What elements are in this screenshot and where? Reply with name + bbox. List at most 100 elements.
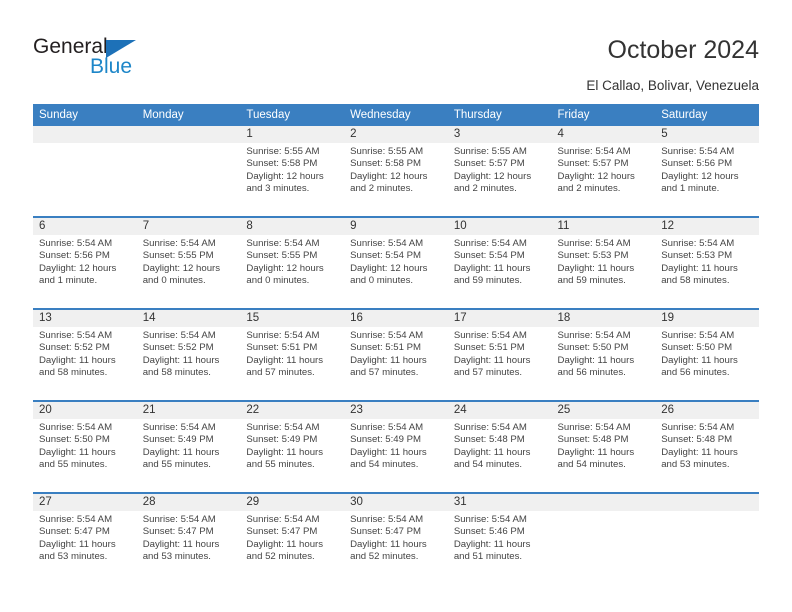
day-cell-inner: 2 Sunrise: 5:55 AM Sunset: 5:58 PM Daylight… xyxy=(344,126,448,216)
day-number: 22 xyxy=(240,402,345,419)
day-number: 11 xyxy=(551,218,656,235)
calendar-day-cell[interactable]: 18 Sunrise: 5:54 AM Sunset: 5:50 PM Dayligh… xyxy=(551,308,656,401)
calendar-day-cell[interactable]: 7 Sunrise: 5:54 AM Sunset: 5:55 PM Daylight… xyxy=(136,216,241,309)
day-number: 10 xyxy=(447,218,552,235)
day-cell-inner: 3 Sunrise: 5:55 AM Sunset: 5:57 PM Daylight… xyxy=(447,126,552,216)
calendar-day-cell[interactable]: 29 Sunrise: 5:54 AM Sunset: 5:47 PM Dayligh… xyxy=(240,492,345,584)
day-info-line: Sunrise: 5:54 AM xyxy=(246,514,320,525)
calendar-day-cell[interactable]: 16 Sunrise: 5:54 AM Sunset: 5:51 PM Dayligh… xyxy=(344,308,448,401)
day-info-line: and 55 minutes. xyxy=(142,459,211,471)
day-info-line: and 2 minutes. xyxy=(453,183,517,195)
day-info-line: Sunset: 5:58 PM xyxy=(246,158,318,170)
calendar-day-cell[interactable]: 2 Sunrise: 5:55 AM Sunset: 5:58 PM Daylight… xyxy=(344,126,448,217)
calendar-day-cell[interactable]: 22 Sunrise: 5:54 AM Sunset: 5:49 PM Dayligh… xyxy=(240,400,345,493)
calendar-empty-cell xyxy=(551,492,656,584)
day-number: 12 xyxy=(655,218,759,235)
day-number: 30 xyxy=(344,494,448,511)
calendar-day-cell[interactable]: 3 Sunrise: 5:55 AM Sunset: 5:57 PM Daylight… xyxy=(447,126,552,217)
day-info-line: Sunset: 5:52 PM xyxy=(142,342,214,354)
day-info-line: and 1 minute. xyxy=(39,275,98,287)
day-number: 7 xyxy=(136,218,241,235)
calendar-day-cell[interactable]: 8 Sunrise: 5:54 AM Sunset: 5:55 PM Daylight… xyxy=(240,216,345,309)
calendar-day-cell[interactable]: 15 Sunrise: 5:54 AM Sunset: 5:51 PM Dayligh… xyxy=(240,308,345,401)
calendar-day-cell[interactable]: 6 Sunrise: 5:54 AM Sunset: 5:56 PM Daylight… xyxy=(33,216,137,309)
calendar-table: Sunday Monday Tuesday Wednesday Thursday Frid… xyxy=(33,104,759,584)
calendar-empty-cell xyxy=(136,126,241,217)
calendar-day-cell[interactable]: 28 Sunrise: 5:54 AM Sunset: 5:47 PM Dayligh… xyxy=(136,492,241,584)
calendar-day-cell[interactable]: 26 Sunrise: 5:54 AM Sunset: 5:48 PM Dayligh… xyxy=(655,400,759,493)
day-sun-info: Sunrise: 5:54 AM Sunset: 5:47 PM Daylight:… xyxy=(240,511,344,564)
calendar-day-cell[interactable]: 25 Sunrise: 5:54 AM Sunset: 5:48 PM Dayligh… xyxy=(551,400,656,493)
general-blue-logo[interactable]: General Blue xyxy=(33,36,153,82)
day-number xyxy=(551,494,656,511)
calendar-day-cell[interactable]: 19 Sunrise: 5:54 AM Sunset: 5:50 PM Dayligh… xyxy=(655,308,759,401)
weekday-header-monday: Monday xyxy=(136,104,241,126)
day-info-line: Daylight: 11 hours xyxy=(453,354,531,366)
day-info-line: and 56 minutes. xyxy=(661,367,730,379)
day-info-line: and 56 minutes. xyxy=(557,367,626,379)
day-info-line: Sunset: 5:51 PM xyxy=(350,342,422,354)
day-info-line: Sunrise: 5:54 AM xyxy=(350,330,424,341)
calendar-day-cell[interactable]: 4 Sunrise: 5:54 AM Sunset: 5:57 PM Daylight… xyxy=(551,126,656,217)
calendar-day-cell[interactable]: 21 Sunrise: 5:54 AM Sunset: 5:49 PM Dayligh… xyxy=(136,400,241,493)
day-info-line: Daylight: 12 hours xyxy=(39,262,117,274)
day-info-line: and 3 minutes. xyxy=(246,183,310,195)
day-number: 8 xyxy=(240,218,345,235)
day-info-line: and 53 minutes. xyxy=(39,551,108,563)
day-info-line: Sunrise: 5:54 AM xyxy=(350,422,424,433)
calendar-week-row: 20 Sunrise: 5:54 AM Sunset: 5:50 PM Dayligh… xyxy=(33,400,759,493)
day-info-line: Sunrise: 5:54 AM xyxy=(453,238,527,249)
day-info-line: Sunset: 5:57 PM xyxy=(557,158,629,170)
calendar-day-cell[interactable]: 31 Sunrise: 5:54 AM Sunset: 5:46 PM Dayligh… xyxy=(447,492,552,584)
day-sun-info: Sunrise: 5:54 AM Sunset: 5:54 PM Daylight:… xyxy=(344,235,448,288)
calendar-day-cell[interactable]: 1 Sunrise: 5:55 AM Sunset: 5:58 PM Daylight… xyxy=(240,126,345,217)
day-info-line: and 58 minutes. xyxy=(142,367,211,379)
calendar-day-cell[interactable]: 9 Sunrise: 5:54 AM Sunset: 5:54 PM Daylight… xyxy=(344,216,448,309)
calendar-day-cell[interactable]: 27 Sunrise: 5:54 AM Sunset: 5:47 PM Dayligh… xyxy=(33,492,137,584)
day-info-line: Sunset: 5:48 PM xyxy=(661,434,733,446)
calendar-container: Sunday Monday Tuesday Wednesday Thursday Frid… xyxy=(33,104,759,584)
calendar-day-cell[interactable]: 13 Sunrise: 5:54 AM Sunset: 5:52 PM Dayligh… xyxy=(33,308,137,401)
calendar-day-cell[interactable]: 10 Sunrise: 5:54 AM Sunset: 5:54 PM Dayligh… xyxy=(447,216,552,309)
page-title: October 2024 xyxy=(607,36,760,64)
calendar-day-cell[interactable]: 30 Sunrise: 5:54 AM Sunset: 5:47 PM Dayligh… xyxy=(344,492,448,584)
day-info-line: Daylight: 11 hours xyxy=(661,262,738,274)
day-sun-info: Sunrise: 5:54 AM Sunset: 5:51 PM Daylight:… xyxy=(344,327,448,380)
calendar-week-row: 27 Sunrise: 5:54 AM Sunset: 5:47 PM Dayligh… xyxy=(33,492,759,584)
day-info-line: and 58 minutes. xyxy=(39,367,108,379)
day-cell-inner: 29 Sunrise: 5:54 AM Sunset: 5:47 PM Dayligh… xyxy=(240,494,345,584)
calendar-day-cell[interactable]: 14 Sunrise: 5:54 AM Sunset: 5:52 PM Dayligh… xyxy=(136,308,241,401)
day-info-line: Sunset: 5:50 PM xyxy=(557,342,629,354)
day-info-line: Daylight: 11 hours xyxy=(557,446,635,458)
day-cell-inner xyxy=(655,494,759,584)
calendar-day-cell[interactable]: 23 Sunrise: 5:54 AM Sunset: 5:49 PM Dayligh… xyxy=(344,400,448,493)
day-info-line: Sunrise: 5:54 AM xyxy=(142,422,216,433)
day-info-line: Sunset: 5:53 PM xyxy=(557,250,629,262)
calendar-day-cell[interactable]: 12 Sunrise: 5:54 AM Sunset: 5:53 PM Dayligh… xyxy=(655,216,759,309)
day-number xyxy=(33,126,137,143)
day-number: 25 xyxy=(551,402,656,419)
day-info-line: and 59 minutes. xyxy=(557,275,626,287)
day-info-line: and 2 minutes. xyxy=(557,183,621,195)
day-number: 15 xyxy=(240,310,345,327)
day-sun-info: Sunrise: 5:54 AM Sunset: 5:53 PM Daylight:… xyxy=(655,235,759,288)
calendar-day-cell[interactable]: 24 Sunrise: 5:54 AM Sunset: 5:48 PM Dayligh… xyxy=(447,400,552,493)
calendar-day-cell[interactable]: 5 Sunrise: 5:54 AM Sunset: 5:56 PM Daylight… xyxy=(655,126,759,217)
day-cell-inner: 19 Sunrise: 5:54 AM Sunset: 5:50 PM Dayligh… xyxy=(655,310,759,400)
day-info-line: Sunset: 5:51 PM xyxy=(453,342,525,354)
day-info-line: Sunset: 5:47 PM xyxy=(350,526,422,538)
calendar-day-cell[interactable]: 20 Sunrise: 5:54 AM Sunset: 5:50 PM Dayligh… xyxy=(33,400,137,493)
day-cell-inner: 25 Sunrise: 5:54 AM Sunset: 5:48 PM Dayligh… xyxy=(551,402,656,492)
calendar-day-cell[interactable]: 11 Sunrise: 5:54 AM Sunset: 5:53 PM Dayligh… xyxy=(551,216,656,309)
day-info-line: Daylight: 11 hours xyxy=(350,354,427,366)
day-sun-info: Sunrise: 5:54 AM Sunset: 5:48 PM Daylight:… xyxy=(552,419,656,472)
day-cell-inner: 11 Sunrise: 5:54 AM Sunset: 5:53 PM Dayligh… xyxy=(551,218,656,308)
day-info-line: Daylight: 12 hours xyxy=(557,170,635,182)
day-cell-inner: 5 Sunrise: 5:54 AM Sunset: 5:56 PM Daylight… xyxy=(655,126,759,216)
day-info-line: Sunset: 5:48 PM xyxy=(557,434,629,446)
day-info-line: Sunrise: 5:54 AM xyxy=(142,514,216,525)
day-number: 20 xyxy=(33,402,137,419)
calendar-day-cell[interactable]: 17 Sunrise: 5:54 AM Sunset: 5:51 PM Dayligh… xyxy=(447,308,552,401)
day-sun-info xyxy=(552,511,656,514)
weekday-header-tuesday: Tuesday xyxy=(240,104,345,126)
